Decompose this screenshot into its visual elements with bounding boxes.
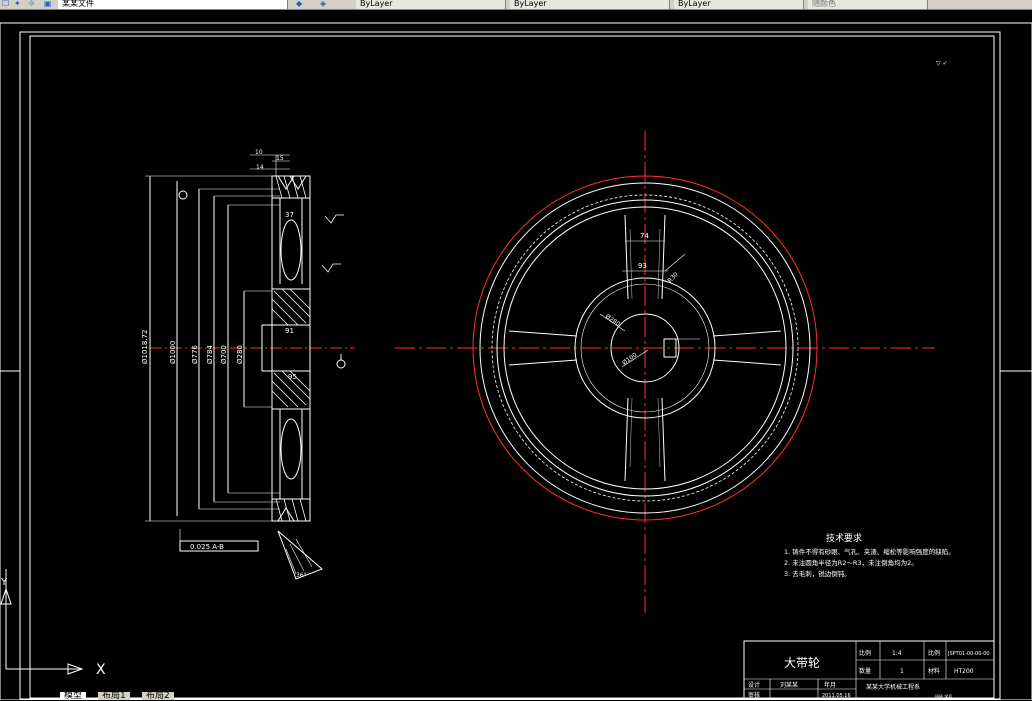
- school-name: 某某大学机械工程系: [866, 683, 920, 691]
- datum-symbol: [336, 359, 346, 369]
- dim-text: 36°: [296, 572, 307, 579]
- tech-note-2: 2. 未注圆角半径为R2～R3，未注倒角均为2。: [784, 558, 918, 567]
- drawing-number: JSPT01-00-00-00: [947, 651, 990, 657]
- qty-value: 1: [900, 668, 904, 675]
- material-label: 材料: [928, 667, 940, 675]
- dim-text: Ø280: [236, 345, 244, 364]
- class-info: 班级 学号: [935, 693, 952, 699]
- color-value: ByLayer: [360, 0, 393, 8]
- lightbulb-icon[interactable]: ✦: [14, 0, 22, 8]
- drawing-canvas[interactable]: ▽ ✓ Ø1018.72 Ø1000 Ø776 Ø784 Ø700 Ø280 1…: [0, 9, 1032, 700]
- dim-text: 37: [285, 211, 294, 219]
- tab-layout1[interactable]: 布局1: [98, 692, 130, 701]
- designer-label: 设计: [748, 681, 760, 689]
- color-dropdown[interactable]: ByLayer: [356, 0, 506, 9]
- checkbox-icon[interactable]: ☐: [2, 0, 10, 8]
- ratio-value: 1:4: [892, 650, 902, 657]
- tab-model[interactable]: 模型: [60, 692, 87, 701]
- ratio-label-2: 比例: [928, 649, 940, 657]
- tolerance-text: 0.025 A-B: [190, 543, 224, 551]
- dim-text: 14: [256, 164, 264, 171]
- tech-title: 技术要求: [826, 532, 862, 544]
- qty-label: 数量: [859, 667, 871, 675]
- y-axis-label: Y: [0, 577, 8, 588]
- dim-text: 93: [638, 262, 647, 270]
- date-value: 2011.05.16: [822, 693, 851, 699]
- dim-text: Ø784: [206, 345, 214, 364]
- roughness-note: ▽ ✓: [936, 60, 948, 67]
- plotstyle-dropdown[interactable]: 随颜色: [808, 0, 928, 9]
- sun-icon[interactable]: ☼: [28, 0, 36, 8]
- dim-text: 10: [255, 149, 263, 156]
- inner-frame: [29, 35, 995, 699]
- title-block: 大带轮 比例 1:4 比例 JSPT01-00-00-00 数量 1 材料 HT…: [743, 640, 995, 700]
- roughness-symbol: [324, 214, 344, 224]
- dim-text: Ø100: [621, 352, 638, 367]
- dim-text: Ø700: [220, 345, 228, 364]
- sheet-border: [0, 22, 1032, 700]
- tab-layout2[interactable]: 布局2: [142, 692, 174, 701]
- dim-text: 91: [285, 327, 294, 335]
- ucs-icon: X Y: [0, 569, 106, 678]
- lineweight-dropdown[interactable]: ByLayer: [674, 0, 804, 9]
- drawing-frame: [19, 31, 1001, 700]
- tech-notes: 技术要求 1. 铸件不得有砂眼、气孔、夹渣、缩松等影响强度的缺陷。 2. 未注圆…: [784, 532, 955, 578]
- linetype-dropdown[interactable]: ByLayer: [510, 0, 670, 9]
- designer-value: 刘某某: [780, 681, 798, 689]
- tech-note-3: 3. 去毛刺，锐边倒钝。: [784, 569, 851, 578]
- layer-tool-icon[interactable]: ◆: [296, 0, 304, 8]
- x-axis-label: X: [96, 662, 106, 678]
- ratio-label: 比例: [859, 649, 871, 657]
- checker-label: 审核: [748, 691, 760, 699]
- layer-name: 某某文件: [62, 0, 94, 8]
- roughness-symbol: [321, 263, 341, 273]
- dim-text: Ø776: [191, 345, 199, 364]
- layer-prev-icon[interactable]: ◈: [320, 0, 328, 8]
- dim-text: R30: [666, 271, 679, 284]
- tech-note-1: 1. 铸件不得有砂眼、气孔、夹渣、缩松等影响强度的缺陷。: [784, 547, 955, 556]
- lock-icon[interactable]: ▣: [44, 0, 52, 8]
- linetype-value: ByLayer: [514, 0, 547, 8]
- part-name: 大带轮: [784, 656, 820, 670]
- datum-symbol: [178, 190, 188, 200]
- date-label: 年月: [824, 681, 836, 689]
- dim-text: 15: [276, 155, 284, 162]
- plotstyle-value: 随颜色: [812, 0, 836, 8]
- lineweight-value: ByLayer: [678, 0, 711, 8]
- dim-text: 95: [288, 373, 297, 381]
- dim-text: 74: [640, 232, 649, 240]
- dim-text: Ø1000: [169, 341, 177, 364]
- material-value: HT200: [954, 668, 974, 675]
- layer-dropdown[interactable]: 某某文件: [58, 0, 288, 9]
- section-view: Ø1018.72 Ø1000 Ø776 Ø784 Ø700 Ø280 10 15…: [141, 149, 355, 580]
- dim-text: Ø1018.72: [141, 330, 149, 364]
